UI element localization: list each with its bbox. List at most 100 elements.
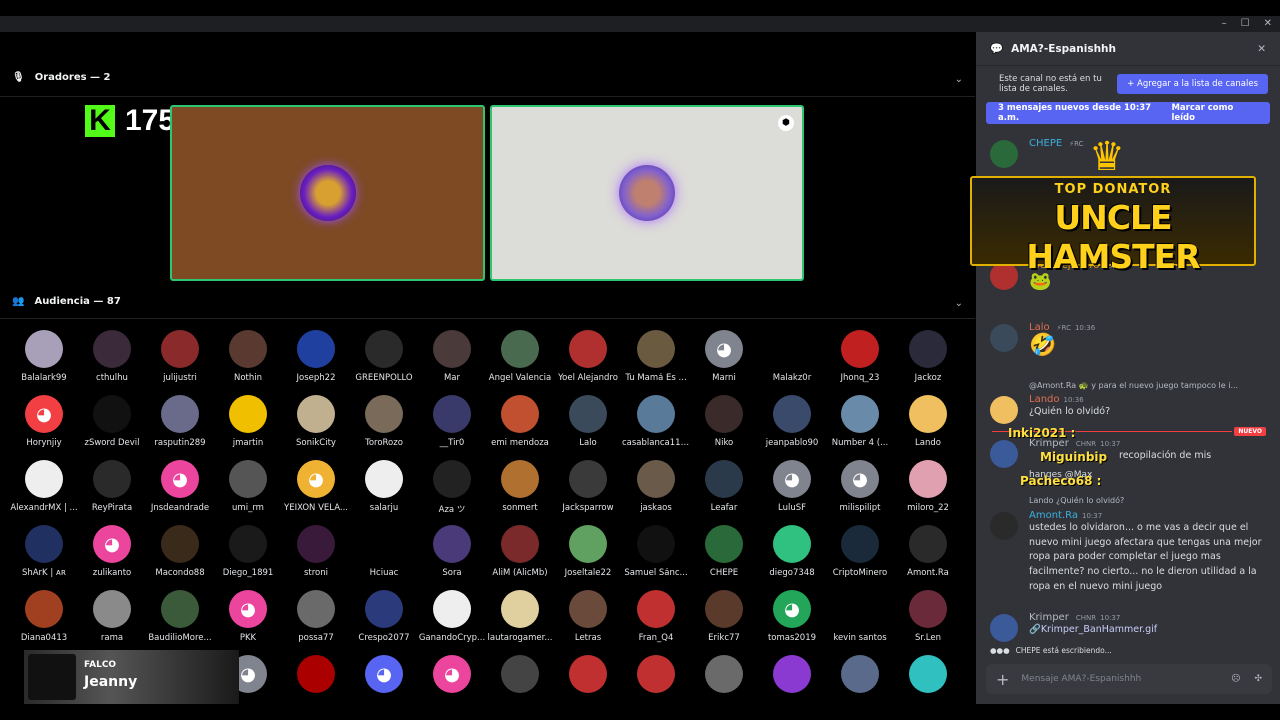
audience-member[interactable]: ◕ Horynjiy bbox=[10, 395, 78, 448]
audience-member[interactable]: rasputin289 bbox=[146, 395, 214, 448]
audience-member[interactable]: jmartin bbox=[214, 395, 282, 448]
username[interactable]: Krimper bbox=[1029, 612, 1069, 623]
audience-header[interactable]: 👥 Audiencia — 87 bbox=[12, 296, 121, 307]
audience-member[interactable]: GREENPOLLO bbox=[350, 330, 418, 383]
audience-member[interactable]: Joseph22 bbox=[282, 330, 350, 383]
attachment-link[interactable]: 🔗Krimper_BanHammer.gif bbox=[1029, 623, 1270, 638]
audience-member[interactable]: Diego_1891 bbox=[214, 525, 282, 578]
close-icon[interactable]: ✕ bbox=[1264, 16, 1272, 32]
audience-member[interactable]: Number 4 (... bbox=[826, 395, 894, 448]
speaker-tile[interactable] bbox=[170, 105, 485, 281]
audience-member[interactable] bbox=[554, 655, 622, 698]
audience-member[interactable]: ◕ zulikanto bbox=[78, 525, 146, 578]
audience-member[interactable]: AliM (AlicMb) bbox=[486, 525, 554, 578]
audience-member[interactable]: Aza ツ bbox=[418, 460, 486, 515]
audience-member[interactable]: Macondo88 bbox=[146, 525, 214, 578]
minimize-icon[interactable]: – bbox=[1222, 16, 1227, 32]
audience-member[interactable]: Tu Mamá Es ... bbox=[622, 330, 690, 383]
mark-read-button[interactable]: Marcar como leído bbox=[1171, 103, 1258, 123]
audience-member[interactable]: Leafar bbox=[690, 460, 758, 513]
audience-member[interactable]: miloro_22 bbox=[894, 460, 962, 513]
audience-member[interactable]: salarju bbox=[350, 460, 418, 513]
audience-member[interactable]: Balalark99 bbox=[10, 330, 78, 383]
audience-member[interactable] bbox=[486, 655, 554, 698]
audience-member[interactable]: ReyPirata bbox=[78, 460, 146, 513]
audience-member[interactable]: ToroRozo bbox=[350, 395, 418, 448]
audience-member[interactable] bbox=[894, 655, 962, 698]
new-messages-bar[interactable]: 3 mensajes nuevos desde 10:37 a.m. Marca… bbox=[986, 102, 1270, 124]
audience-member[interactable] bbox=[282, 655, 350, 698]
audience-member[interactable]: Sora bbox=[418, 525, 486, 578]
audience-member[interactable]: ◕ bbox=[418, 655, 486, 698]
audience-member[interactable]: casablanca1150 bbox=[622, 395, 690, 448]
audience-member[interactable]: ◕ milispilipt bbox=[826, 460, 894, 513]
username[interactable]: CHEPE bbox=[1029, 138, 1062, 149]
audience-member[interactable]: Yoel Alejandro bbox=[554, 330, 622, 383]
audience-member[interactable]: possa77 bbox=[282, 590, 350, 643]
close-icon[interactable]: ✕ bbox=[1257, 43, 1266, 55]
audience-member[interactable]: AlexandrMX | ... bbox=[10, 460, 78, 513]
audience-member[interactable]: Nothin bbox=[214, 330, 282, 383]
audience-member[interactable]: ◕ YEIXON VELA... bbox=[282, 460, 350, 513]
audience-member[interactable]: CHEPE bbox=[690, 525, 758, 578]
audience-member[interactable]: lautarogamer... bbox=[486, 590, 554, 643]
audience-member[interactable]: jaskaos bbox=[622, 460, 690, 513]
audience-member[interactable]: ◕ bbox=[350, 655, 418, 698]
username[interactable]: Lalo bbox=[1029, 322, 1050, 333]
reply-preview[interactable]: Lando ¿Quién lo olvidó? bbox=[990, 496, 1270, 505]
audience-member[interactable]: stroni bbox=[282, 525, 350, 578]
audience-member[interactable]: Joseltale22 bbox=[554, 525, 622, 578]
audience-member[interactable]: Jacksparrow bbox=[554, 460, 622, 513]
audience-member[interactable]: Amont.Ra bbox=[894, 525, 962, 578]
chevron-down-icon[interactable]: ⌄ bbox=[955, 74, 963, 85]
audience-member[interactable] bbox=[758, 655, 826, 698]
audience-member[interactable]: ◕ Jnsdeandrade bbox=[146, 460, 214, 513]
audience-member[interactable]: emi mendoza bbox=[486, 395, 554, 448]
audience-member[interactable]: Fran_Q4 bbox=[622, 590, 690, 643]
audience-member[interactable]: diego7348 bbox=[758, 525, 826, 578]
audience-member[interactable]: sonmert bbox=[486, 460, 554, 513]
audience-member[interactable]: jeanpablo90 bbox=[758, 395, 826, 448]
audience-member[interactable]: Crespo2077 bbox=[350, 590, 418, 643]
audience-member[interactable]: Samuel Sánc... bbox=[622, 525, 690, 578]
audience-member[interactable]: CriptoMinero bbox=[826, 525, 894, 578]
audience-member[interactable]: Jackoz bbox=[894, 330, 962, 383]
add-attachment-icon[interactable]: + bbox=[996, 670, 1009, 689]
add-channel-button[interactable]: + Agregar a la lista de canales bbox=[1117, 74, 1268, 94]
audience-member[interactable]: Lando bbox=[894, 395, 962, 448]
audience-member[interactable]: ◕ Marni bbox=[690, 330, 758, 383]
audience-member[interactable]: zSword Devil bbox=[78, 395, 146, 448]
audience-member[interactable]: rama bbox=[78, 590, 146, 643]
audience-member[interactable]: Niko bbox=[690, 395, 758, 448]
message-input[interactable]: Mensaje AMA?-Espanishhh bbox=[1021, 674, 1141, 684]
chevron-down-icon[interactable]: ⌄ bbox=[955, 298, 963, 309]
apps-icon[interactable]: ✣ bbox=[1254, 674, 1262, 684]
audience-member[interactable]: Malakz0r bbox=[758, 330, 826, 383]
audience-member[interactable]: ShArK | ᴀʀ bbox=[10, 525, 78, 578]
audience-member[interactable] bbox=[622, 655, 690, 698]
audience-member[interactable] bbox=[690, 655, 758, 698]
username[interactable]: Amont.Ra bbox=[1029, 510, 1078, 521]
audience-member[interactable]: Diana0413 bbox=[10, 590, 78, 643]
speakers-header[interactable]: 🎙 Oradores — 2 bbox=[12, 72, 111, 83]
audience-member[interactable]: cthulhu bbox=[78, 330, 146, 383]
audience-member[interactable] bbox=[826, 655, 894, 698]
username[interactable]: Lando bbox=[1029, 394, 1060, 405]
audience-member[interactable]: GanandoCryp... bbox=[418, 590, 486, 643]
audience-member[interactable]: SonikCity bbox=[282, 395, 350, 448]
audience-member[interactable]: kevin santos bbox=[826, 590, 894, 643]
audience-member[interactable]: ◕ tomas2019 bbox=[758, 590, 826, 643]
audience-member[interactable]: __Tir0 bbox=[418, 395, 486, 448]
audience-member[interactable]: Sr.Len bbox=[894, 590, 962, 643]
audience-member[interactable]: Hciuac bbox=[350, 525, 418, 578]
speaker-tile[interactable]: ⬢ bbox=[490, 105, 804, 281]
audience-member[interactable]: Letras bbox=[554, 590, 622, 643]
audience-member[interactable]: Jhonq_23 bbox=[826, 330, 894, 383]
audience-member[interactable]: Lalo bbox=[554, 395, 622, 448]
maximize-icon[interactable]: ☐ bbox=[1241, 16, 1250, 32]
reply-preview[interactable]: @Amont.Ra 🐢 y para el nuevo juego tampoc… bbox=[990, 381, 1270, 390]
audience-member[interactable]: umi_rm bbox=[214, 460, 282, 513]
audience-member[interactable]: ◕ PKK bbox=[214, 590, 282, 643]
audience-member[interactable]: ◕ LuluSF bbox=[758, 460, 826, 513]
audience-member[interactable]: Mar bbox=[418, 330, 486, 383]
